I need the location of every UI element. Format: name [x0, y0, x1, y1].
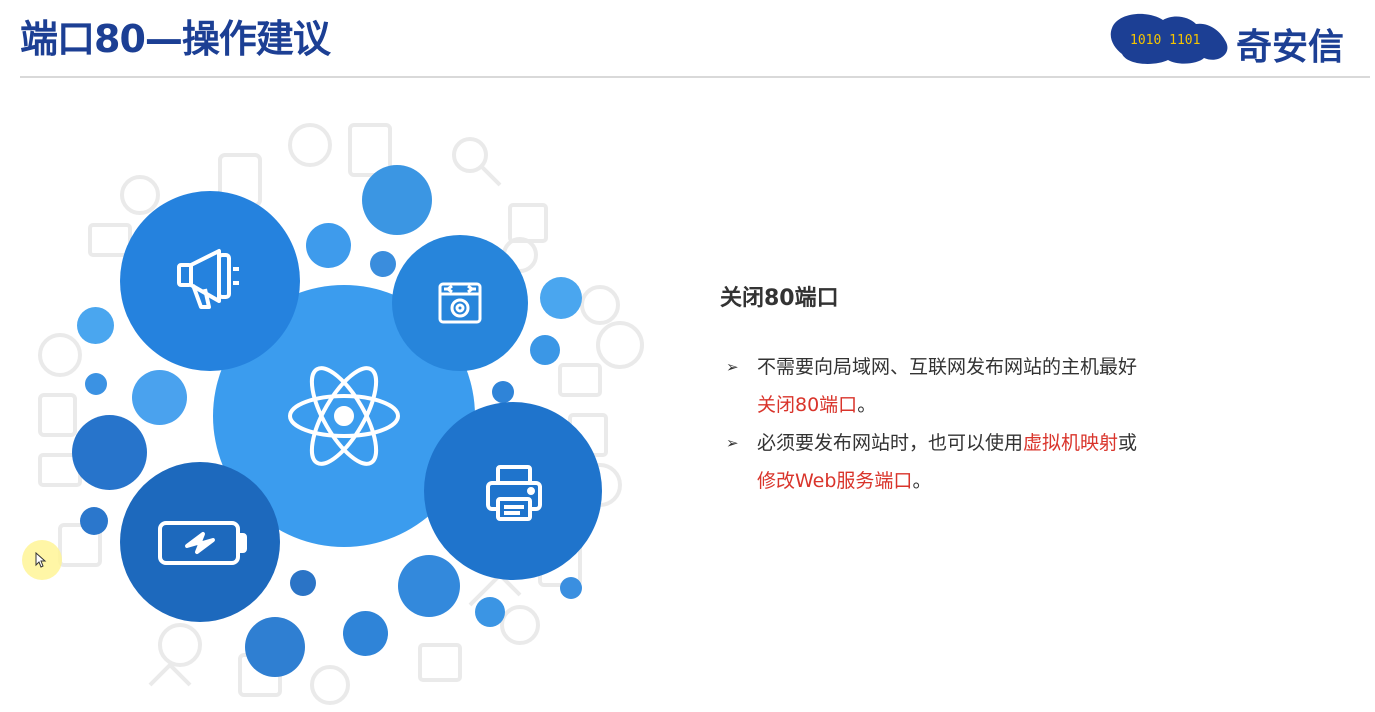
camera-icon [438, 282, 482, 324]
battery-icon [158, 521, 247, 565]
bullet-item: ➢ 不需要向局域网、互联网发布网站的主机最好 关闭80端口。 [720, 348, 1237, 424]
bubble [560, 577, 582, 599]
content-panel: 关闭80端口 ➢ 不需要向局域网、互联网发布网站的主机最好 关闭80端口。 ➢ … [720, 280, 1280, 500]
bubble [132, 370, 187, 425]
bubble [492, 381, 514, 403]
bullet-item: ➢ 必须要发布网站时，也可以使用虚拟机映射或 修改Web服务端口。 [720, 424, 1237, 500]
bubble [370, 251, 396, 277]
megaphone-icon [177, 249, 239, 309]
bullet-text: 必须要发布网站时，也可以使用 [757, 432, 1024, 454]
bullet-text: 。 [857, 394, 877, 416]
bullet-text: 或 [1118, 432, 1138, 454]
bubble [306, 223, 351, 268]
bubble [540, 277, 582, 319]
bullet-arrow-icon: ➢ [726, 434, 739, 452]
logo-text: 奇安信 [1236, 27, 1345, 68]
bubble [290, 570, 316, 596]
mouse-cursor [22, 540, 62, 580]
bubble [362, 165, 432, 235]
bubble [475, 597, 505, 627]
cursor-arrow-icon [35, 552, 47, 568]
bubble [72, 415, 147, 490]
bubble [77, 307, 114, 344]
subheading: 关闭80端口 [720, 286, 839, 311]
bubble [398, 555, 460, 617]
title-divider [20, 76, 1370, 78]
logo-digits: 1010 1101 [1130, 33, 1200, 48]
bullet-arrow-icon: ➢ [726, 358, 739, 376]
bubble [343, 611, 388, 656]
bullet-text: 。 [912, 470, 932, 492]
atom-icon [288, 366, 400, 466]
bubble [85, 373, 107, 395]
bullet-text: 不需要向局域网、互联网发布网站的主机最好 [757, 356, 1138, 378]
bullet-highlight: 虚拟机映射 [1023, 432, 1119, 454]
illustration [0, 85, 700, 712]
printer-icon [486, 465, 542, 521]
bullet-highlight: 修改Web服务端口 [757, 470, 913, 492]
bubble [80, 507, 108, 535]
bullet-highlight: 关闭80端口 [757, 394, 858, 416]
bubble [530, 335, 560, 365]
logo: 1010 1101 奇安信 [1108, 8, 1370, 68]
tiger-logo-icon: 1010 1101 [1110, 13, 1228, 64]
slide-title: 端口80—操作建议 [20, 17, 331, 61]
bubble [245, 617, 305, 677]
